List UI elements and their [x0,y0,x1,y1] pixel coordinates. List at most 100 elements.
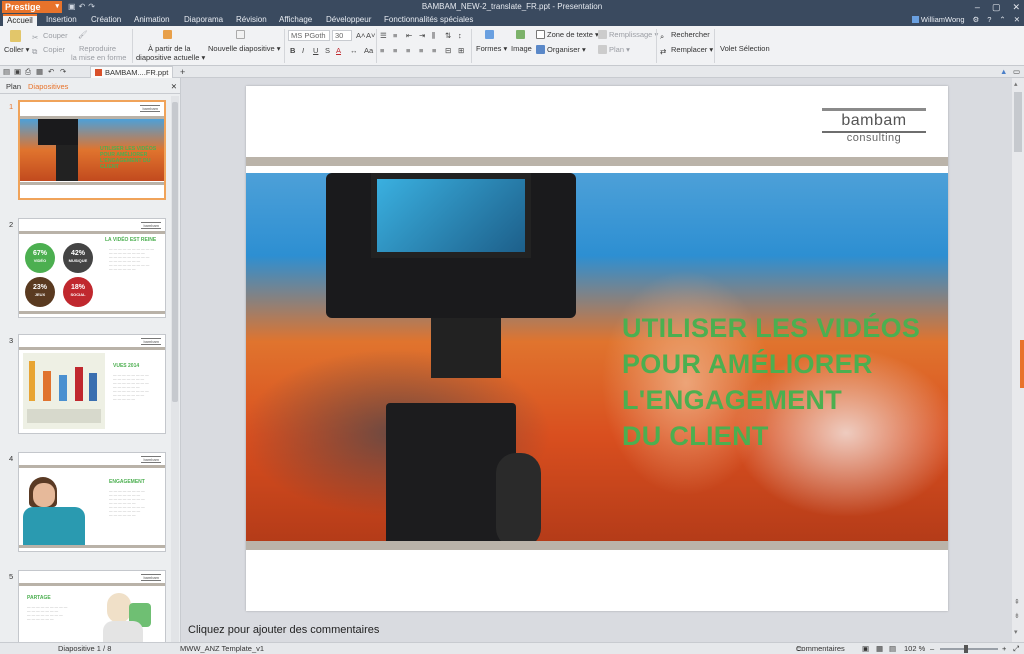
format-painter-icon[interactable]: 🖌 [78,30,88,39]
align-right-icon[interactable]: ≡ [406,46,410,55]
line-spacing-icon[interactable]: ↕ [458,31,462,40]
paste-icon[interactable] [10,30,23,42]
numbering-icon[interactable]: ≡ [393,31,397,40]
user-account[interactable]: WilliamWong [911,14,965,26]
image-icon[interactable] [516,30,527,39]
align-left-icon[interactable]: ≡ [380,46,384,55]
scroll-down-icon[interactable]: ▾ [1014,628,1018,636]
zoom-out-icon[interactable]: – [930,643,934,654]
normal-view-icon[interactable]: ▣ [862,643,869,654]
copy-button[interactable]: ⧉ Copier [32,45,65,56]
thumbnail-slide-3[interactable]: bambam VUES 2014 — — — — — — — — — — — — … [18,334,166,434]
fit-slide-icon[interactable]: ⤢ [1013,643,1019,654]
find-button[interactable]: ⌕ Rechercher [660,30,710,41]
thumbnail-slide-4[interactable]: bambam ENGAGEMENT — — — — — — — — — — — —… [18,452,166,552]
close-icon[interactable]: ✕ [171,82,177,91]
restore-icon[interactable]: ▭ [1013,67,1020,76]
from-current-button[interactable]: À partir de la [148,44,191,53]
zoom-in-icon[interactable]: + [1002,643,1006,654]
slide-title[interactable]: UTILISER LES VIDÉOS POUR AMÉLIORER L'ENG… [622,310,948,454]
new-slide-icon[interactable] [236,30,247,39]
minimize-icon[interactable]: – [975,0,980,14]
side-handle[interactable] [1020,340,1024,388]
close-doc-icon[interactable]: ✕ [1014,14,1020,26]
print-icon[interactable]: ⎙ [25,67,31,77]
zoom-slider-knob[interactable] [964,645,968,653]
tab-slides[interactable]: Diapositives [28,82,68,91]
ribbon-minimize-icon[interactable]: ⌃ [999,14,1005,26]
grow-font-icon[interactable]: A˄ [356,31,365,40]
tab-fonctionnalites[interactable]: Fonctionnalités spéciales [380,14,477,26]
redo-icon[interactable]: ↷ [60,67,66,76]
scroll-up-icon[interactable]: ▴ [1014,80,1018,88]
scroll-down-page-icon[interactable]: ⇟ [1014,612,1020,620]
scroll-up-page-icon[interactable]: ⇞ [1014,598,1020,606]
folder-icon[interactable]: ▤ [3,67,10,76]
shapes-button[interactable]: Formes ▾ [476,44,507,53]
thumbnail-slide-1[interactable]: bambam UTILISER LES VIDÉOS POUR AMÉLIORE… [18,100,166,200]
gear-icon[interactable]: ⚙ [973,14,980,26]
tab-developpeur[interactable]: Développeur [322,14,375,26]
thumbnail-slide-2[interactable]: bambam LA VIDÉO EST REINE 67% VIDÉO 42% MUS… [18,218,166,318]
columns-icon[interactable]: ⫼ [432,31,435,41]
scrollbar-thumb[interactable] [1014,92,1022,152]
preview-icon[interactable]: ▦ [36,67,43,76]
format-painter-button[interactable]: Reproduire [79,44,116,53]
fill-button[interactable]: Remplissage ▾ [598,30,658,39]
italic-icon[interactable]: I [302,46,304,55]
paste-button[interactable]: Coller ▾ [4,45,29,54]
tab-diaporama[interactable]: Diaporama [180,14,227,26]
align-text-icon[interactable]: ⊟ [445,46,451,55]
tab-accueil[interactable]: Accueil [3,14,37,26]
editor-scrollbar[interactable]: ▴ ⇞ ⇟ ▾ [1012,78,1024,642]
smartart-icon[interactable]: ⊞ [458,46,464,55]
tab-animation[interactable]: Animation [130,14,174,26]
font-color-icon[interactable]: A [336,46,341,55]
save-icon[interactable]: ▣ [14,67,21,76]
tab-insertion[interactable]: Insertion [42,14,81,26]
bambam-logo[interactable]: bambam consulting [822,108,926,144]
document-tab[interactable]: BAMBAM....FR.ppt [90,66,174,78]
maximize-icon[interactable]: ▢ [992,0,1001,14]
slide-canvas[interactable]: bambam consulting UTILISER LES VIDÉOS PO… [246,86,948,611]
plan-button[interactable]: Plan ▾ [598,45,630,54]
help-icon[interactable]: ? [987,14,991,26]
font-size-select[interactable]: 30 [332,30,352,41]
new-slide-button[interactable]: Nouvelle diapositive ▾ [208,44,281,53]
cut-button[interactable]: ✂ Couper [32,31,68,42]
tab-revision[interactable]: Révision [232,14,271,26]
close-icon[interactable]: ✕ [1012,0,1020,14]
shapes-icon[interactable] [485,30,496,39]
cloud-icon[interactable]: ▲ [1000,67,1007,76]
zoom-slider[interactable] [940,648,998,650]
shadow-icon[interactable]: S [325,46,330,55]
shrink-font-icon[interactable]: A˅ [366,31,375,40]
font-name-select[interactable]: MS PGoth [288,30,330,41]
new-tab-icon[interactable]: + [180,67,185,77]
selection-pane-button[interactable]: Volet Sélection [720,44,770,53]
bullets-icon[interactable]: ☰ [380,31,387,40]
case-icon[interactable]: Aa [364,46,373,55]
tab-plan[interactable]: Plan [6,82,21,91]
scrollbar-thumb[interactable] [172,102,178,402]
textbox-button[interactable]: Zone de texte ▾ [536,30,599,39]
sorter-view-icon[interactable]: ▦ [876,643,883,654]
undo-icon[interactable]: ↶ [48,67,54,76]
arrange-button[interactable]: Organiser ▾ [536,45,586,54]
reading-view-icon[interactable]: ▤ [889,643,896,654]
align-center-icon[interactable]: ≡ [393,46,397,55]
indent-increase-icon[interactable]: ⇥ [419,31,425,40]
image-button[interactable]: Image [511,44,532,53]
indent-decrease-icon[interactable]: ⇤ [406,31,412,40]
bold-icon[interactable]: B [290,46,295,55]
text-direction-icon[interactable]: ⇅ [445,31,451,40]
replace-button[interactable]: ⇄ Remplacer ▾ [660,45,713,56]
notes-area[interactable]: Cliquez pour ajouter des commentaires [182,619,1012,642]
tab-affichage[interactable]: Affichage [275,14,316,26]
tab-creation[interactable]: Création [87,14,125,26]
zoom-level[interactable]: 102 % [904,643,925,654]
thumbnail-scrollbar[interactable] [171,96,179,642]
thumbnail-slide-5[interactable]: bambam PARTAGE — — — — — — — — — — — — — … [18,570,166,642]
from-current-icon[interactable] [163,30,174,39]
underline-icon[interactable]: U [313,46,318,55]
